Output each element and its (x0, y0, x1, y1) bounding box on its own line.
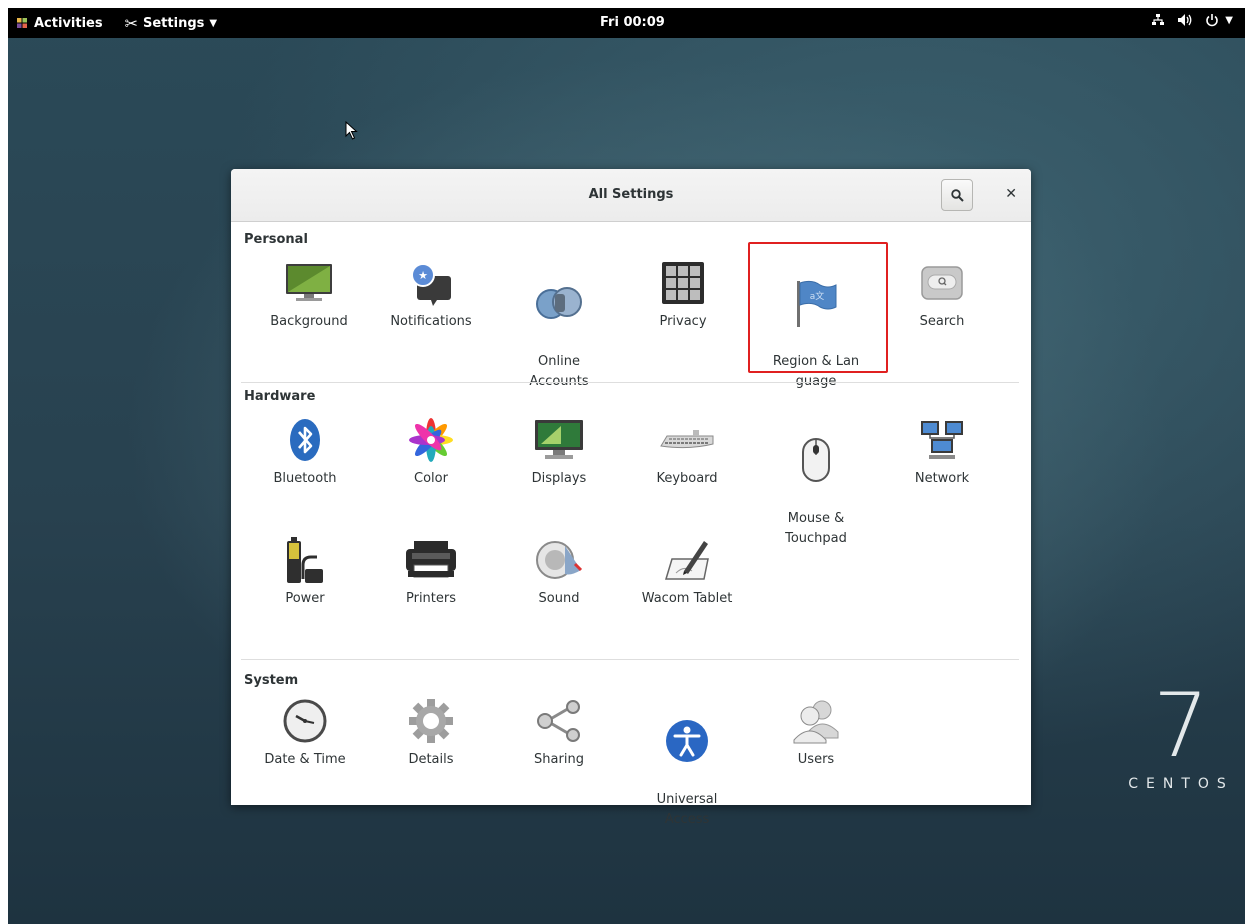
panel-label: Keyboard (656, 471, 718, 486)
power-panel-icon (287, 537, 323, 583)
top-bar: Activities ✂ Settings ▼ Fri 00:09 ▼ (8, 8, 1245, 38)
volume-icon (1178, 14, 1192, 26)
desktop: Activities ✂ Settings ▼ Fri 00:09 ▼ 7 CE… (8, 8, 1245, 924)
panel-users[interactable]: Users (756, 697, 876, 770)
panel-network[interactable]: Network (882, 416, 1002, 489)
panel-universal-access[interactable]: Universal Access (627, 697, 747, 850)
clock[interactable]: Fri 00:09 (600, 15, 665, 30)
panel-label: Sharing (534, 752, 584, 767)
network-icon (1152, 14, 1165, 25)
speaker-icon (536, 541, 583, 579)
section-personal: Personal (244, 232, 308, 247)
panel-sound[interactable]: Sound (499, 536, 619, 609)
panel-label: Privacy (659, 314, 707, 329)
panel-label: Printers (405, 591, 457, 606)
tools-icon: ✂ (124, 13, 138, 33)
panel-privacy[interactable]: Privacy (623, 259, 743, 332)
selection-highlight (748, 242, 888, 373)
panel-label: Notifications (390, 314, 472, 329)
panel-label: Background (270, 314, 348, 329)
panel-label: Users (797, 752, 835, 767)
panel-color[interactable]: Color (371, 416, 491, 489)
window-title: All Settings (588, 187, 674, 202)
panel-printers[interactable]: Printers (371, 536, 491, 609)
status-area[interactable]: ▼ (1151, 13, 1233, 27)
keyboard-icon (660, 430, 714, 449)
printer-icon (406, 541, 456, 578)
network-panel-icon (921, 421, 963, 459)
svg-text:★: ★ (418, 269, 428, 282)
header-bar: All Settings ✕ (231, 169, 1031, 222)
panel-label: Online Accounts (529, 354, 589, 389)
panel-label: Displays (531, 471, 587, 486)
share-icon (537, 700, 580, 742)
notifications-icon: ★ (411, 263, 451, 306)
search-icon (950, 188, 964, 202)
panel-power[interactable]: Power (245, 536, 365, 609)
users-icon (793, 700, 839, 744)
activities-button[interactable]: Activities (16, 16, 103, 31)
close-button[interactable]: ✕ (1005, 186, 1017, 202)
panel-wacom-tablet[interactable]: Wacom Tablet (627, 536, 747, 609)
brand-version: 7 (1153, 674, 1209, 777)
mouse-pointer-icon (345, 121, 358, 140)
panel-label: Bluetooth (273, 471, 337, 486)
clock-icon (283, 699, 327, 743)
panel-sharing[interactable]: Sharing (499, 697, 619, 770)
display-icon (535, 420, 583, 459)
panel-notifications[interactable]: ★ Notifications (371, 259, 491, 332)
panel-details[interactable]: Details (371, 697, 491, 770)
chevron-down-icon: ▼ (209, 17, 218, 29)
panel-label: Power (285, 591, 325, 606)
privacy-icon (662, 262, 704, 304)
panel-online-accounts[interactable]: Online Accounts (499, 259, 619, 412)
section-divider (241, 382, 1019, 383)
panel-background[interactable]: Background (249, 259, 369, 332)
panel-label: Wacom Tablet (641, 591, 733, 606)
panel-bluetooth[interactable]: Bluetooth (245, 416, 365, 489)
activities-label: Activities (34, 15, 103, 31)
search-panel-icon (921, 266, 963, 300)
section-hardware: Hardware (244, 389, 316, 404)
panel-mouse-touchpad[interactable]: Mouse & Touchpad (756, 416, 876, 569)
panel-label: Universal Access (656, 792, 718, 827)
panel-label: Network (914, 471, 970, 486)
search-button[interactable] (941, 179, 973, 211)
centos-logo-icon (17, 18, 27, 28)
panel-date-time[interactable]: Date & Time (245, 697, 365, 770)
color-icon (409, 418, 453, 462)
gear-icon (409, 699, 453, 743)
panel-displays[interactable]: Displays (499, 416, 619, 489)
panel-label: Date & Time (264, 752, 346, 767)
section-divider (241, 659, 1019, 660)
panel-label: Search (919, 314, 965, 329)
bluetooth-icon (290, 419, 320, 461)
brand-name: CENTOS (1128, 776, 1234, 792)
panel-label: Sound (538, 591, 580, 606)
app-menu-label: Settings (143, 15, 205, 31)
settings-window: All Settings ✕ Personal Background ★ Not… (231, 169, 1031, 827)
accessibility-icon (666, 720, 708, 762)
panel-label: Details (408, 752, 454, 767)
tablet-icon (664, 541, 709, 580)
mouse-icon (802, 438, 830, 482)
section-system: System (244, 673, 299, 688)
panel-label: Mouse & Touchpad (785, 511, 847, 546)
close-icon: ✕ (1005, 186, 1017, 202)
panel-label: Color (414, 471, 448, 486)
app-menu[interactable]: ✂ Settings ▼ (125, 14, 217, 33)
online-accounts-icon (536, 287, 582, 319)
chevron-down-icon: ▼ (1225, 14, 1233, 26)
background-icon (286, 264, 332, 301)
power-icon (1206, 14, 1219, 27)
panel-search[interactable]: Search (882, 259, 1002, 332)
centos-brand: 7 CENTOS (1121, 674, 1241, 793)
panel-keyboard[interactable]: Keyboard (627, 416, 747, 489)
